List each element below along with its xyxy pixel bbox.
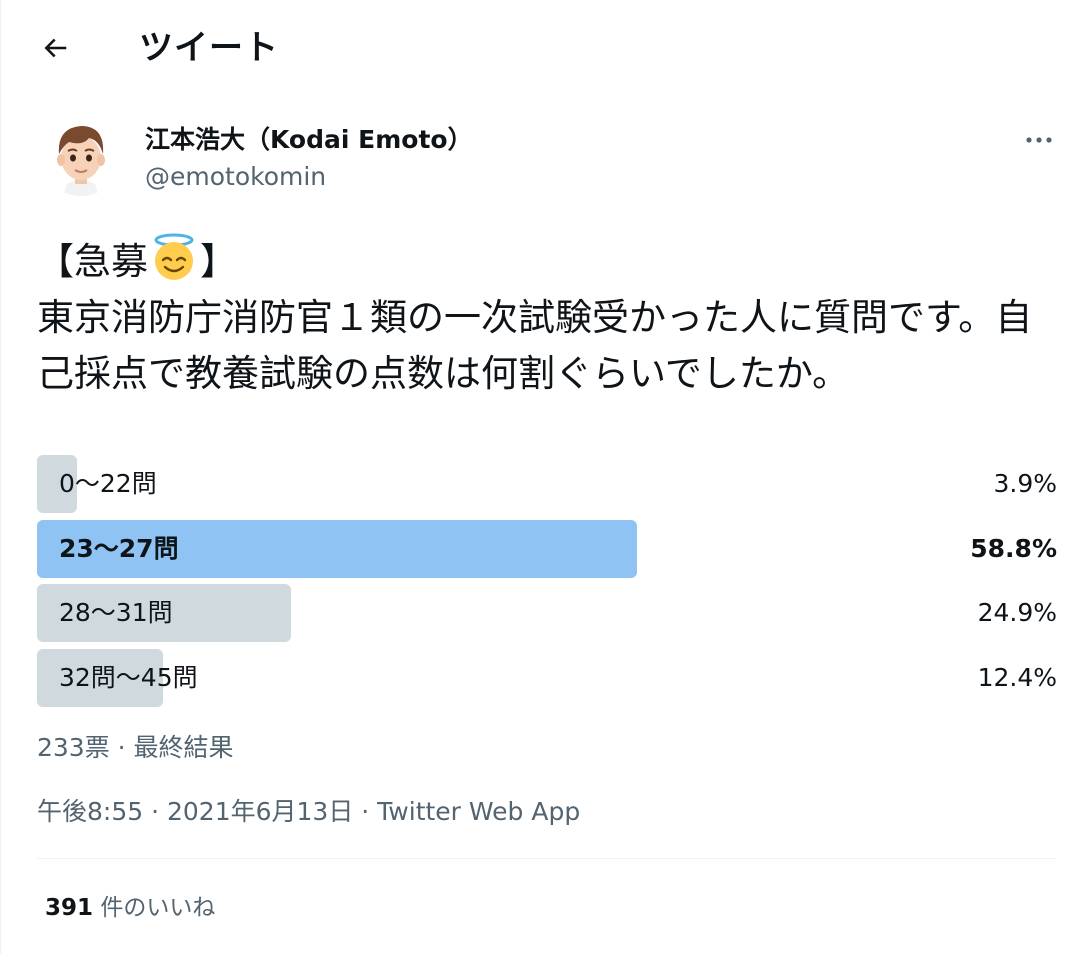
- header: ツイート: [1, 0, 1084, 96]
- tweet-timestamp: 午後8:55 · 2021年6月13日 · Twitter Web App: [37, 792, 580, 832]
- timestamp-separator: ·: [353, 797, 378, 826]
- poll-option: 28〜31問 24.9%: [37, 584, 1057, 642]
- avatar[interactable]: [39, 112, 123, 196]
- source-link[interactable]: Twitter Web App: [377, 797, 580, 826]
- likes-label: 件のいいね: [93, 895, 216, 921]
- poll-meta: 233票 · 最終結果: [37, 733, 234, 762]
- poll-option-percent: 24.9%: [977, 598, 1057, 627]
- poll-option-percent: 12.4%: [977, 662, 1057, 692]
- poll-option-label: 28〜31問: [59, 598, 173, 627]
- poll-option: 32問〜45問 12.4%: [37, 648, 1057, 707]
- poll-option: 0〜22問 3.9%: [37, 455, 1057, 513]
- divider: [37, 858, 1057, 859]
- tweet-detail-page: ツイート 江本浩大（Kodai Emoto） @emotokomin 【急募 】…: [0, 0, 1084, 954]
- more-horizontal-icon: [1026, 137, 1052, 143]
- poll-option-label: 0〜22問: [59, 469, 157, 498]
- author-display-name[interactable]: 江本浩大（Kodai Emoto）: [145, 120, 473, 160]
- back-button[interactable]: [29, 22, 81, 74]
- page-title: ツイート: [139, 28, 279, 68]
- tweet-text: 【急募 】 東京消防庁消防官１類の一次試験受かった人に質問です。自己採点で教養試…: [37, 232, 1047, 402]
- poll: 0〜22問 3.9% 23〜27問 58.8% 28〜31問 24.9% 32問〜45問 12…: [37, 455, 1057, 713]
- poll-option-label: 32問〜45問: [59, 662, 198, 692]
- arrow-left-icon: [44, 38, 67, 58]
- poll-option: 23〜27問 58.8%: [37, 519, 1057, 578]
- more-options-button[interactable]: [1017, 120, 1061, 160]
- tweet-text-part1: 【急募: [37, 240, 148, 283]
- poll-option-percent: 3.9%: [993, 469, 1057, 498]
- likes-count: 391: [45, 895, 94, 921]
- timestamp-link[interactable]: 午後8:55 · 2021年6月13日: [37, 797, 353, 826]
- likes-stat[interactable]: 391 件のいいね: [45, 888, 215, 928]
- poll-option-percent: 58.8%: [970, 533, 1057, 563]
- author-handle[interactable]: @emotokomin: [145, 158, 326, 196]
- memoji-avatar-icon: [39, 112, 123, 196]
- smiling-face-with-halo-emoji-icon: [154, 233, 194, 280]
- poll-option-label: 23〜27問: [59, 533, 179, 563]
